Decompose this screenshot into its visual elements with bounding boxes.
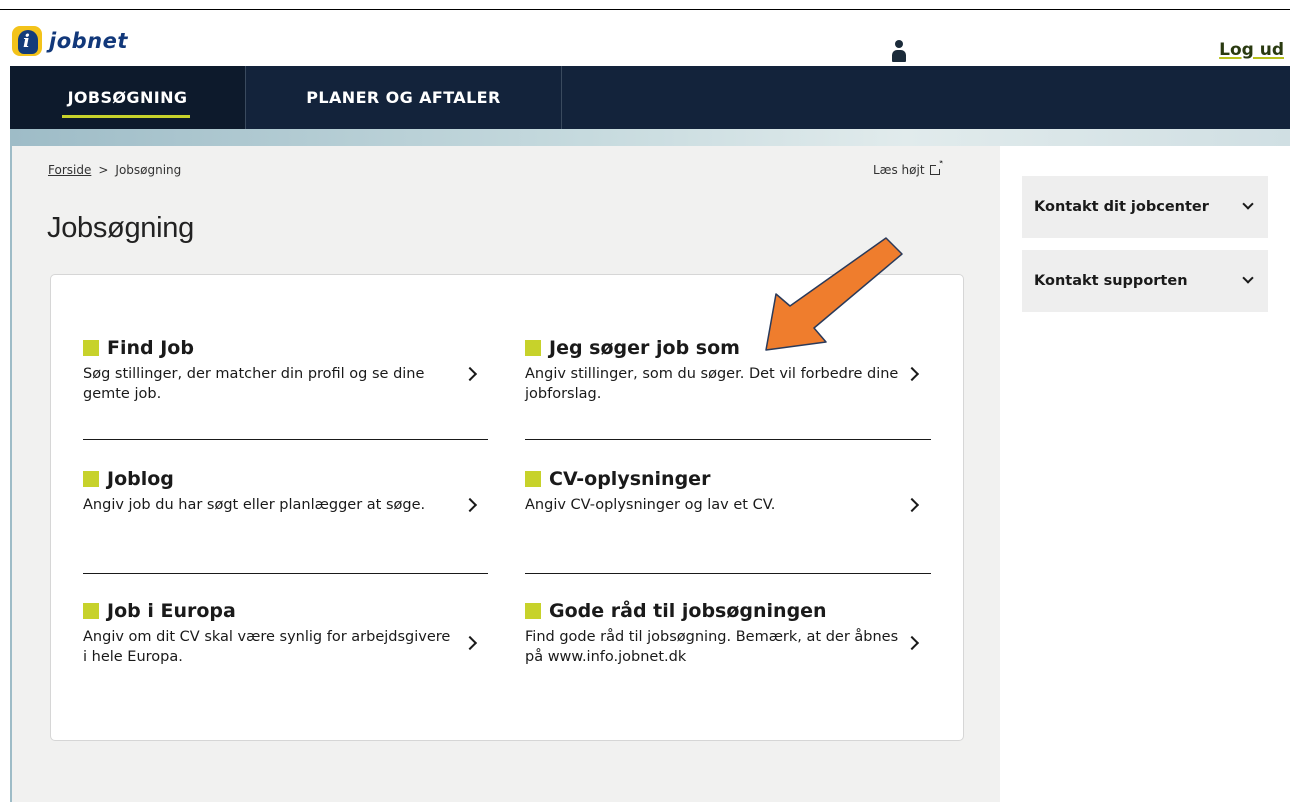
breadcrumb-separator: > — [98, 163, 109, 177]
menu-item-job-i-europa[interactable]: Job i Europa Angiv om dit CV skal være s… — [83, 600, 489, 667]
green-square-icon — [83, 340, 99, 356]
contact-jobcenter-toggle[interactable]: Kontakt dit jobcenter — [1022, 176, 1268, 238]
header: jobnet Log ud — [0, 10, 1290, 66]
menu-item-title: Jeg søger job som — [549, 337, 740, 359]
chevron-right-icon — [462, 366, 478, 382]
menu-item-title: Gode råd til jobsøgningen — [549, 600, 827, 622]
menu-item-gode-raad[interactable]: Gode råd til jobsøgningen Find gode råd … — [525, 600, 931, 667]
tab-jobsoegning[interactable]: JOBSØGNING — [10, 66, 246, 129]
chevron-right-icon — [462, 635, 478, 651]
breadcrumb: Forside > Jobsøgning — [48, 163, 181, 177]
menu-item-description: Søg stillinger, der matcher din profil o… — [83, 366, 425, 402]
divider — [525, 439, 931, 440]
menu-item-description: Angiv om dit CV skal være synlig for arb… — [83, 629, 451, 665]
green-square-icon — [525, 471, 541, 487]
menu-item-title: Joblog — [107, 468, 174, 490]
chevron-right-icon — [904, 635, 920, 651]
breadcrumb-current: Jobsøgning — [115, 163, 182, 177]
green-square-icon — [83, 471, 99, 487]
chevron-down-icon — [1242, 198, 1254, 210]
panel-label: Kontakt dit jobcenter — [1034, 199, 1209, 215]
breadcrumb-home-link[interactable]: Forside — [48, 163, 91, 177]
menu-item-description: Angiv CV-oplysninger og lav et CV. — [525, 497, 776, 513]
menu-item-title: Job i Europa — [107, 600, 236, 622]
chevron-down-icon — [1242, 272, 1254, 284]
green-square-icon — [525, 603, 541, 619]
sidebar: Kontakt dit jobcenter Kontakt supporten — [1000, 146, 1290, 802]
logout-link[interactable]: Log ud — [1219, 40, 1284, 60]
jobnet-logo[interactable]: jobnet — [12, 26, 128, 56]
user-icon[interactable] — [892, 40, 906, 62]
logo-mark-icon — [12, 26, 42, 56]
menu-item-title: Find Job — [107, 337, 194, 359]
read-aloud-button[interactable]: Læs højt — [873, 159, 944, 177]
main-nav: JOBSØGNING PLANER OG AFTALER — [10, 66, 1290, 129]
divider — [83, 573, 488, 574]
menu-item-find-job[interactable]: Find Job Søg stillinger, der matcher din… — [83, 337, 489, 404]
green-square-icon — [525, 340, 541, 356]
green-square-icon — [83, 603, 99, 619]
divider — [525, 573, 931, 574]
menu-item-description: Angiv stillinger, som du søger. Det vil … — [525, 366, 899, 402]
annotation-arrow — [765, 237, 903, 351]
decorative-banner-strip — [10, 129, 1290, 146]
contact-support-toggle[interactable]: Kontakt supporten — [1022, 250, 1268, 312]
logo-text: jobnet — [49, 29, 128, 53]
panel-label: Kontakt supporten — [1034, 273, 1188, 289]
chevron-right-icon — [904, 366, 920, 382]
menu-item-description: Find gode råd til jobsøgning. Bemærk, at… — [525, 629, 899, 665]
page-title: Jobsøgning — [47, 212, 194, 244]
menu-item-title: CV-oplysninger — [549, 468, 711, 490]
chevron-right-icon — [904, 497, 920, 513]
menu-item-description: Angiv job du har søgt eller planlægger a… — [83, 497, 426, 513]
chevron-right-icon — [462, 497, 478, 513]
menu-item-joblog[interactable]: Joblog Angiv job du har søgt eller planl… — [83, 468, 489, 515]
tab-planer-og-aftaler[interactable]: PLANER OG AFTALER — [246, 66, 562, 129]
menu-item-cv-oplysninger[interactable]: CV-oplysninger Angiv CV-oplysninger og l… — [525, 468, 931, 515]
divider — [83, 439, 488, 440]
read-aloud-label: Læs højt — [873, 163, 925, 177]
external-link-icon — [929, 159, 944, 175]
